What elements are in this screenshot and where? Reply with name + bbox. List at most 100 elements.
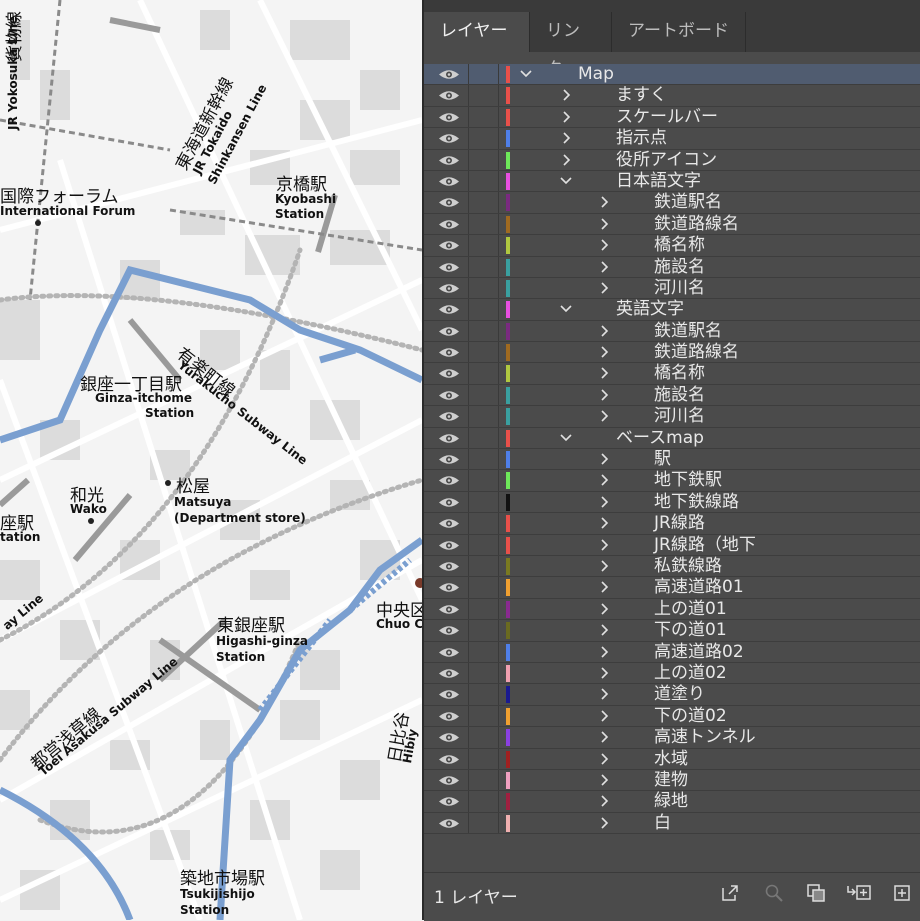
- visibility-eye-icon[interactable]: [438, 795, 460, 808]
- chevron-down-icon[interactable]: [520, 67, 532, 81]
- visibility-eye-icon[interactable]: [438, 132, 460, 145]
- lock-toggle-cell[interactable]: [498, 106, 499, 128]
- chevron-down-icon[interactable]: [560, 302, 572, 316]
- layer-row[interactable]: 施設名: [424, 256, 920, 278]
- chevron-right-icon[interactable]: [598, 602, 610, 616]
- chevron-right-icon[interactable]: [598, 559, 610, 573]
- layer-row[interactable]: 私鉄線路: [424, 555, 920, 578]
- layer-row[interactable]: 駅: [424, 449, 920, 471]
- lock-toggle-cell[interactable]: [498, 684, 499, 705]
- chevron-right-icon[interactable]: [598, 473, 610, 487]
- visibility-eye-icon[interactable]: [438, 389, 460, 402]
- visibility-eye-icon[interactable]: [438, 111, 460, 124]
- lock-toggle-cell[interactable]: [498, 662, 499, 684]
- lock-toggle-cell[interactable]: [498, 64, 499, 85]
- visibility-eye-icon[interactable]: [438, 731, 460, 744]
- layer-row[interactable]: 建物: [424, 769, 920, 792]
- lock-toggle-cell[interactable]: [498, 727, 499, 748]
- lock-toggle-cell[interactable]: [498, 491, 499, 513]
- layer-row[interactable]: Map: [424, 64, 920, 86]
- visibility-eye-icon[interactable]: [438, 410, 460, 423]
- layer-row[interactable]: 河川名: [424, 277, 920, 300]
- layer-row[interactable]: 道塗り: [424, 684, 920, 706]
- chevron-right-icon[interactable]: [598, 366, 610, 380]
- visibility-eye-icon[interactable]: [438, 367, 460, 380]
- visibility-eye-icon[interactable]: [438, 453, 460, 466]
- layer-row[interactable]: 鉄道駅名: [424, 320, 920, 343]
- layer-row[interactable]: 日本語文字: [424, 170, 920, 193]
- chevron-right-icon[interactable]: [598, 324, 610, 338]
- lock-toggle-cell[interactable]: [498, 235, 499, 256]
- chevron-right-icon[interactable]: [598, 709, 610, 723]
- chevron-right-icon[interactable]: [598, 345, 610, 359]
- visibility-eye-icon[interactable]: [438, 603, 460, 616]
- chevron-right-icon[interactable]: [598, 580, 610, 594]
- visibility-eye-icon[interactable]: [438, 175, 460, 188]
- lock-toggle-cell[interactable]: [498, 534, 499, 555]
- layer-row[interactable]: 鉄道路線名: [424, 213, 920, 236]
- lock-toggle-cell[interactable]: [498, 85, 499, 106]
- chevron-right-icon[interactable]: [598, 666, 610, 680]
- chevron-right-icon[interactable]: [560, 88, 572, 102]
- layer-row[interactable]: 河川名: [424, 406, 920, 428]
- lock-toggle-cell[interactable]: [498, 812, 499, 834]
- tab-layers[interactable]: レイヤー: [424, 12, 530, 52]
- visibility-eye-icon[interactable]: [438, 646, 460, 659]
- layer-row[interactable]: 橋名称: [424, 235, 920, 257]
- visibility-eye-icon[interactable]: [438, 753, 460, 766]
- chevron-right-icon[interactable]: [598, 794, 610, 808]
- lock-toggle-cell[interactable]: [498, 363, 499, 384]
- new-sublayer-icon[interactable]: [846, 883, 872, 903]
- lock-toggle-cell[interactable]: [498, 128, 499, 149]
- visibility-eye-icon[interactable]: [438, 688, 460, 701]
- visibility-eye-icon[interactable]: [438, 154, 460, 167]
- layer-row[interactable]: 地下鉄駅: [424, 470, 920, 492]
- layer-row[interactable]: 施設名: [424, 384, 920, 407]
- chevron-down-icon[interactable]: [560, 174, 572, 188]
- visibility-eye-icon[interactable]: [438, 432, 460, 445]
- layer-row[interactable]: 下の道02: [424, 705, 920, 728]
- lock-toggle-cell[interactable]: [498, 256, 499, 277]
- tab-artboards[interactable]: アートボード: [612, 12, 746, 52]
- lock-toggle-cell[interactable]: [498, 513, 499, 534]
- lock-toggle-cell[interactable]: [498, 470, 499, 491]
- lock-toggle-cell[interactable]: [498, 213, 499, 235]
- visibility-eye-icon[interactable]: [438, 624, 460, 637]
- layer-row[interactable]: ベースmap: [424, 427, 920, 450]
- chevron-right-icon[interactable]: [598, 687, 610, 701]
- layer-row[interactable]: 指示点: [424, 128, 920, 150]
- chevron-right-icon[interactable]: [598, 409, 610, 423]
- tab-links[interactable]: リンク: [530, 12, 612, 79]
- layer-row[interactable]: 英語文字: [424, 299, 920, 321]
- chevron-right-icon[interactable]: [598, 645, 610, 659]
- chevron-right-icon[interactable]: [598, 260, 610, 274]
- lock-toggle-cell[interactable]: [498, 384, 499, 406]
- lock-toggle-cell[interactable]: [498, 449, 499, 470]
- chevron-right-icon[interactable]: [598, 195, 610, 209]
- visibility-eye-icon[interactable]: [438, 539, 460, 552]
- visibility-eye-icon[interactable]: [438, 282, 460, 295]
- layer-row[interactable]: 高速道路02: [424, 641, 920, 663]
- layer-row[interactable]: JR線路（地下: [424, 534, 920, 556]
- lock-toggle-cell[interactable]: [498, 320, 499, 342]
- layer-row[interactable]: JR線路: [424, 513, 920, 535]
- visibility-eye-icon[interactable]: [438, 89, 460, 102]
- chevron-right-icon[interactable]: [560, 153, 572, 167]
- visibility-eye-icon[interactable]: [438, 303, 460, 316]
- layer-row[interactable]: ますく: [424, 85, 920, 107]
- lock-toggle-cell[interactable]: [498, 641, 499, 662]
- layer-row[interactable]: 白: [424, 812, 920, 835]
- layer-row[interactable]: 高速道路01: [424, 577, 920, 599]
- layer-row[interactable]: 鉄道路線名: [424, 342, 920, 364]
- chevron-right-icon[interactable]: [560, 110, 572, 124]
- visibility-eye-icon[interactable]: [438, 517, 460, 530]
- layer-list[interactable]: Map ますく スケールバー 指示点 役所アイコン 日本語文字 鉄道駅名 鉄道路線名 橋名称 施設…: [424, 64, 920, 835]
- visibility-eye-icon[interactable]: [438, 774, 460, 787]
- chevron-right-icon[interactable]: [598, 452, 610, 466]
- lock-toggle-cell[interactable]: [498, 555, 499, 577]
- visibility-eye-icon[interactable]: [438, 474, 460, 487]
- visibility-eye-icon[interactable]: [438, 817, 460, 830]
- lock-toggle-cell[interactable]: [498, 342, 499, 363]
- visibility-eye-icon[interactable]: [438, 710, 460, 723]
- visibility-eye-icon[interactable]: [438, 496, 460, 509]
